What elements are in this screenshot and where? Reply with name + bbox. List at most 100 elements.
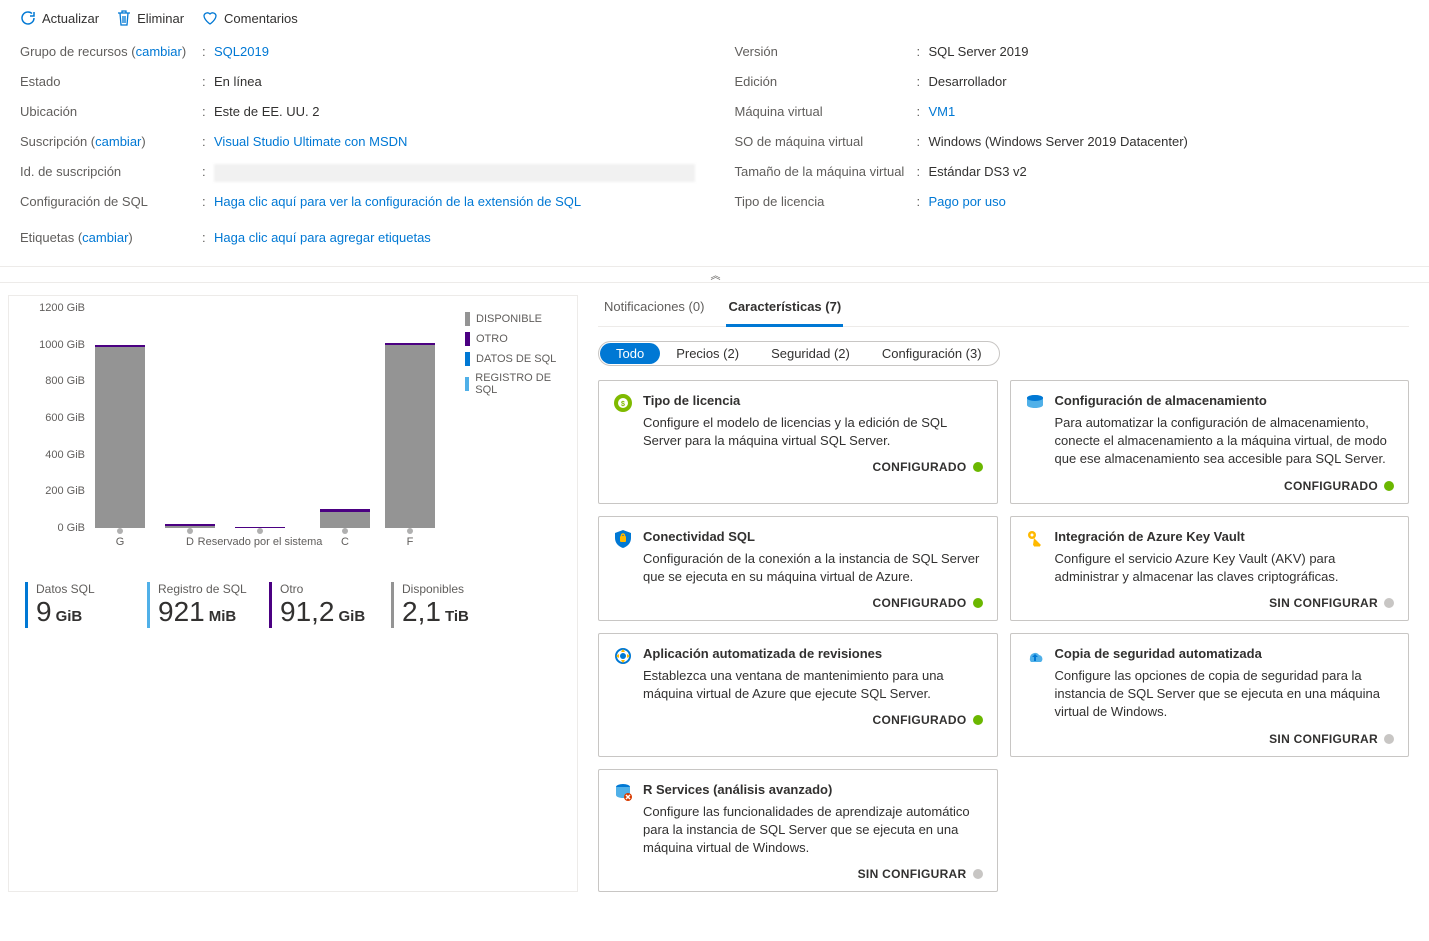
stat-tile: Disponibles2,1TiB bbox=[391, 582, 501, 628]
stat-label: Datos SQL bbox=[36, 582, 135, 596]
stat-unit: TiB bbox=[445, 608, 469, 625]
refresh-icon bbox=[20, 10, 36, 26]
license-icon: $ bbox=[613, 393, 633, 413]
status-dot-icon bbox=[1384, 734, 1394, 744]
pill-security[interactable]: Seguridad (2) bbox=[755, 343, 866, 364]
pill-all[interactable]: Todo bbox=[600, 343, 660, 364]
location-value: Este de EE. UU. 2 bbox=[214, 104, 695, 119]
resource-group-change-link[interactable]: cambiar bbox=[136, 44, 182, 59]
sql-config-link[interactable]: Haga clic aquí para ver la configuración… bbox=[214, 194, 695, 209]
y-tick: 0 GiB bbox=[25, 522, 85, 534]
card-description: Configure las opciones de copia de segur… bbox=[1055, 667, 1395, 722]
chart-legend: DISPONIBLEOTRODATOS DE SQLREGISTRO DE SQ… bbox=[455, 308, 561, 568]
legend-label: REGISTRO DE SQL bbox=[475, 372, 561, 396]
delete-label: Eliminar bbox=[137, 11, 184, 26]
x-label: Reservado por el sistema bbox=[198, 536, 323, 548]
bar-segment bbox=[385, 345, 435, 528]
card-status: CONFIGURADO bbox=[613, 713, 983, 727]
card-status: SIN CONFIGURAR bbox=[1025, 732, 1395, 746]
svg-text:$: $ bbox=[621, 401, 625, 408]
delete-button[interactable]: Eliminar bbox=[117, 10, 184, 26]
bar-group bbox=[320, 509, 370, 528]
stat-value: 91,2GiB bbox=[280, 596, 379, 628]
vm-label: Máquina virtual bbox=[735, 104, 917, 119]
chart-plot: 0 GiB200 GiB400 GiB600 GiB800 GiB1000 Gi… bbox=[25, 308, 455, 548]
x-label: C bbox=[341, 536, 349, 548]
pill-config[interactable]: Configuración (3) bbox=[866, 343, 998, 364]
license-type-label: Tipo de licencia bbox=[735, 194, 917, 209]
card-title: Aplicación automatizada de revisiones bbox=[643, 646, 983, 661]
legend-swatch bbox=[465, 312, 470, 326]
vm-size-label: Tamaño de la máquina virtual bbox=[735, 164, 917, 179]
card-title: Tipo de licencia bbox=[643, 393, 983, 408]
heart-icon bbox=[202, 10, 218, 26]
card-status: CONFIGURADO bbox=[613, 460, 983, 474]
stat-value: 2,1TiB bbox=[402, 596, 501, 628]
legend-label: DISPONIBLE bbox=[476, 313, 542, 325]
x-label: F bbox=[407, 536, 414, 548]
resource-group-value[interactable]: SQL2019 bbox=[214, 44, 695, 59]
legend-swatch bbox=[465, 332, 470, 346]
version-label: Versión bbox=[735, 44, 917, 59]
bar-segment bbox=[95, 347, 145, 529]
legend-item: DISPONIBLE bbox=[465, 312, 561, 326]
tags-link[interactable]: Haga clic aquí para agregar etiquetas bbox=[214, 230, 695, 245]
subscription-value[interactable]: Visual Studio Ultimate con MSDN bbox=[214, 134, 695, 149]
card-title: Configuración de almacenamiento bbox=[1055, 393, 1395, 408]
status-dot-icon bbox=[973, 462, 983, 472]
backup-icon bbox=[1025, 646, 1045, 666]
legend-label: DATOS DE SQL bbox=[476, 353, 556, 365]
y-tick: 600 GiB bbox=[25, 412, 85, 424]
status-dot-icon bbox=[973, 715, 983, 725]
stat-value: 921MiB bbox=[158, 596, 257, 628]
stat-label: Otro bbox=[280, 582, 379, 596]
card-description: Establezca una ventana de mantenimiento … bbox=[643, 667, 983, 703]
collapse-essentials-button[interactable]: ︽ bbox=[0, 266, 1429, 283]
bar-group bbox=[95, 345, 145, 528]
feature-card[interactable]: Aplicación automatizada de revisiones Est… bbox=[598, 633, 998, 757]
essentials-section: Grupo de recursos (cambiar) : SQL2019 Es… bbox=[0, 38, 1429, 266]
refresh-button[interactable]: Actualizar bbox=[20, 10, 99, 26]
key-icon bbox=[1025, 529, 1045, 549]
features-pane: Notificaciones (0) Características (7) T… bbox=[598, 295, 1429, 892]
stat-unit: MiB bbox=[209, 608, 237, 625]
chevron-up-double-icon: ︽ bbox=[711, 271, 719, 282]
category-tick bbox=[342, 528, 348, 534]
status-dot-icon bbox=[1384, 598, 1394, 608]
vm-value[interactable]: VM1 bbox=[929, 104, 1410, 119]
trash-icon bbox=[117, 10, 131, 26]
stats-row: Datos SQL9GiBRegistro de SQL921MiBOtro91… bbox=[25, 582, 561, 628]
essentials-right: Versión : SQL Server 2019 Edición : Desa… bbox=[735, 42, 1410, 258]
feature-card[interactable]: Configuración de almacenamiento Para auto… bbox=[1010, 380, 1410, 504]
feature-card[interactable]: Integración de Azure Key VaultConfigure … bbox=[1010, 516, 1410, 621]
feature-card[interactable]: $Tipo de licenciaConfigure el modelo de … bbox=[598, 380, 998, 504]
patch-icon bbox=[613, 646, 633, 666]
category-tick bbox=[257, 528, 263, 534]
y-tick: 800 GiB bbox=[25, 375, 85, 387]
feature-card[interactable]: Copia de seguridad automatizadaConfigure… bbox=[1010, 633, 1410, 757]
subscription-change-link[interactable]: cambiar bbox=[95, 134, 141, 149]
card-description: Configuración de la conexión a la instan… bbox=[643, 550, 983, 586]
rservices-icon bbox=[613, 782, 633, 802]
y-tick: 1000 GiB bbox=[25, 339, 85, 351]
license-type-value[interactable]: Pago por uso bbox=[929, 194, 1410, 209]
pill-pricing[interactable]: Precios (2) bbox=[660, 343, 755, 364]
category-tick bbox=[117, 528, 123, 534]
x-label: G bbox=[116, 536, 125, 548]
tags-change-link[interactable]: cambiar bbox=[82, 230, 128, 245]
stat-tile: Datos SQL9GiB bbox=[25, 582, 135, 628]
status-dot-icon bbox=[973, 598, 983, 608]
card-description: Para automatizar la configuración de alm… bbox=[1055, 414, 1395, 469]
filter-pills: Todo Precios (2) Seguridad (2) Configura… bbox=[598, 341, 1000, 366]
comments-button[interactable]: Comentarios bbox=[202, 10, 298, 26]
feature-card[interactable]: R Services (análisis avanzado)Configure … bbox=[598, 769, 998, 893]
bar-group bbox=[385, 343, 435, 528]
essentials-left: Grupo de recursos (cambiar) : SQL2019 Es… bbox=[20, 42, 695, 258]
stat-unit: GiB bbox=[56, 608, 83, 625]
card-title: Integración de Azure Key Vault bbox=[1055, 529, 1395, 544]
stat-label: Disponibles bbox=[402, 582, 501, 596]
comments-label: Comentarios bbox=[224, 11, 298, 26]
tab-features[interactable]: Características (7) bbox=[726, 295, 843, 327]
feature-card[interactable]: Conectividad SQLConfiguración de la cone… bbox=[598, 516, 998, 621]
tab-notifications[interactable]: Notificaciones (0) bbox=[602, 295, 706, 326]
